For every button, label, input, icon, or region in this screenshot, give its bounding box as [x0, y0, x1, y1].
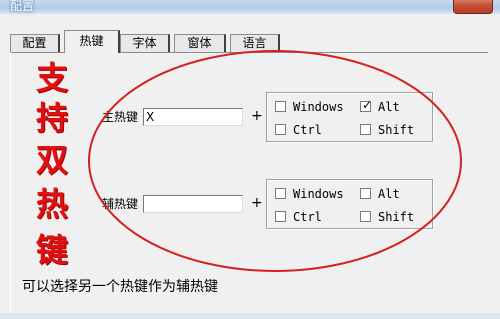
main-mod-shift-checkbox[interactable]: [360, 124, 371, 135]
main-mod-windows-checkbox[interactable]: [275, 101, 286, 112]
aux-modifier-group: Windows Alt Ctrl Shift: [266, 179, 433, 229]
annotation-char-2: 持: [36, 99, 69, 137]
annotation-char-3: 双: [36, 141, 69, 179]
annotation-char-4: 热: [36, 185, 69, 223]
aux-mod-alt-checkbox[interactable]: [360, 188, 371, 199]
hint-text: 可以选择另一个热键作为辅热键: [22, 279, 218, 295]
window-bottom-edge: [0, 313, 500, 319]
aux-mod-windows-label: Windows: [293, 187, 344, 201]
tab-config[interactable]: 配置: [10, 34, 60, 52]
main-mod-alt-label: Alt: [378, 100, 400, 114]
config-dialog: 配置 配置 热键 字体 窗体 语言 支 持 双 热 键 主热键 + Window…: [0, 0, 500, 319]
tab-font[interactable]: 字体: [120, 34, 170, 52]
main-hotkey-plus: +: [251, 108, 263, 124]
aux-mod-shift-label: Shift: [378, 210, 415, 224]
checkmark-icon: ✓: [362, 98, 373, 112]
aux-hotkey-input[interactable]: [143, 195, 243, 213]
close-button[interactable]: [453, 0, 493, 14]
main-hotkey-label: 主热键: [102, 110, 139, 124]
tab-language[interactable]: 语言: [230, 34, 280, 52]
annotation-char-1: 支: [36, 59, 69, 97]
aux-mod-alt-label: Alt: [378, 187, 400, 201]
main-mod-windows-label: Windows: [293, 100, 344, 114]
title-bar: 配置: [0, 0, 500, 14]
main-modifier-group: Windows ✓ Alt Ctrl Shift: [266, 92, 433, 142]
window-title: 配置: [10, 0, 35, 13]
main-mod-ctrl-checkbox[interactable]: [275, 124, 286, 135]
main-mod-ctrl-label: Ctrl: [293, 123, 322, 137]
tab-window[interactable]: 窗体: [174, 34, 226, 52]
main-mod-alt-checkbox[interactable]: ✓: [360, 98, 373, 112]
aux-mod-shift-checkbox[interactable]: [360, 211, 371, 222]
aux-mod-ctrl-checkbox[interactable]: [275, 211, 286, 222]
main-hotkey-input[interactable]: [143, 108, 243, 126]
aux-hotkey-plus: +: [251, 195, 263, 211]
annotation-char-5: 键: [36, 231, 69, 269]
aux-mod-ctrl-label: Ctrl: [293, 210, 322, 224]
main-mod-shift-label: Shift: [378, 123, 415, 137]
tab-hotkey[interactable]: 热键: [64, 30, 120, 53]
aux-hotkey-label: 辅热键: [102, 197, 139, 211]
aux-mod-windows-checkbox[interactable]: [275, 188, 286, 199]
